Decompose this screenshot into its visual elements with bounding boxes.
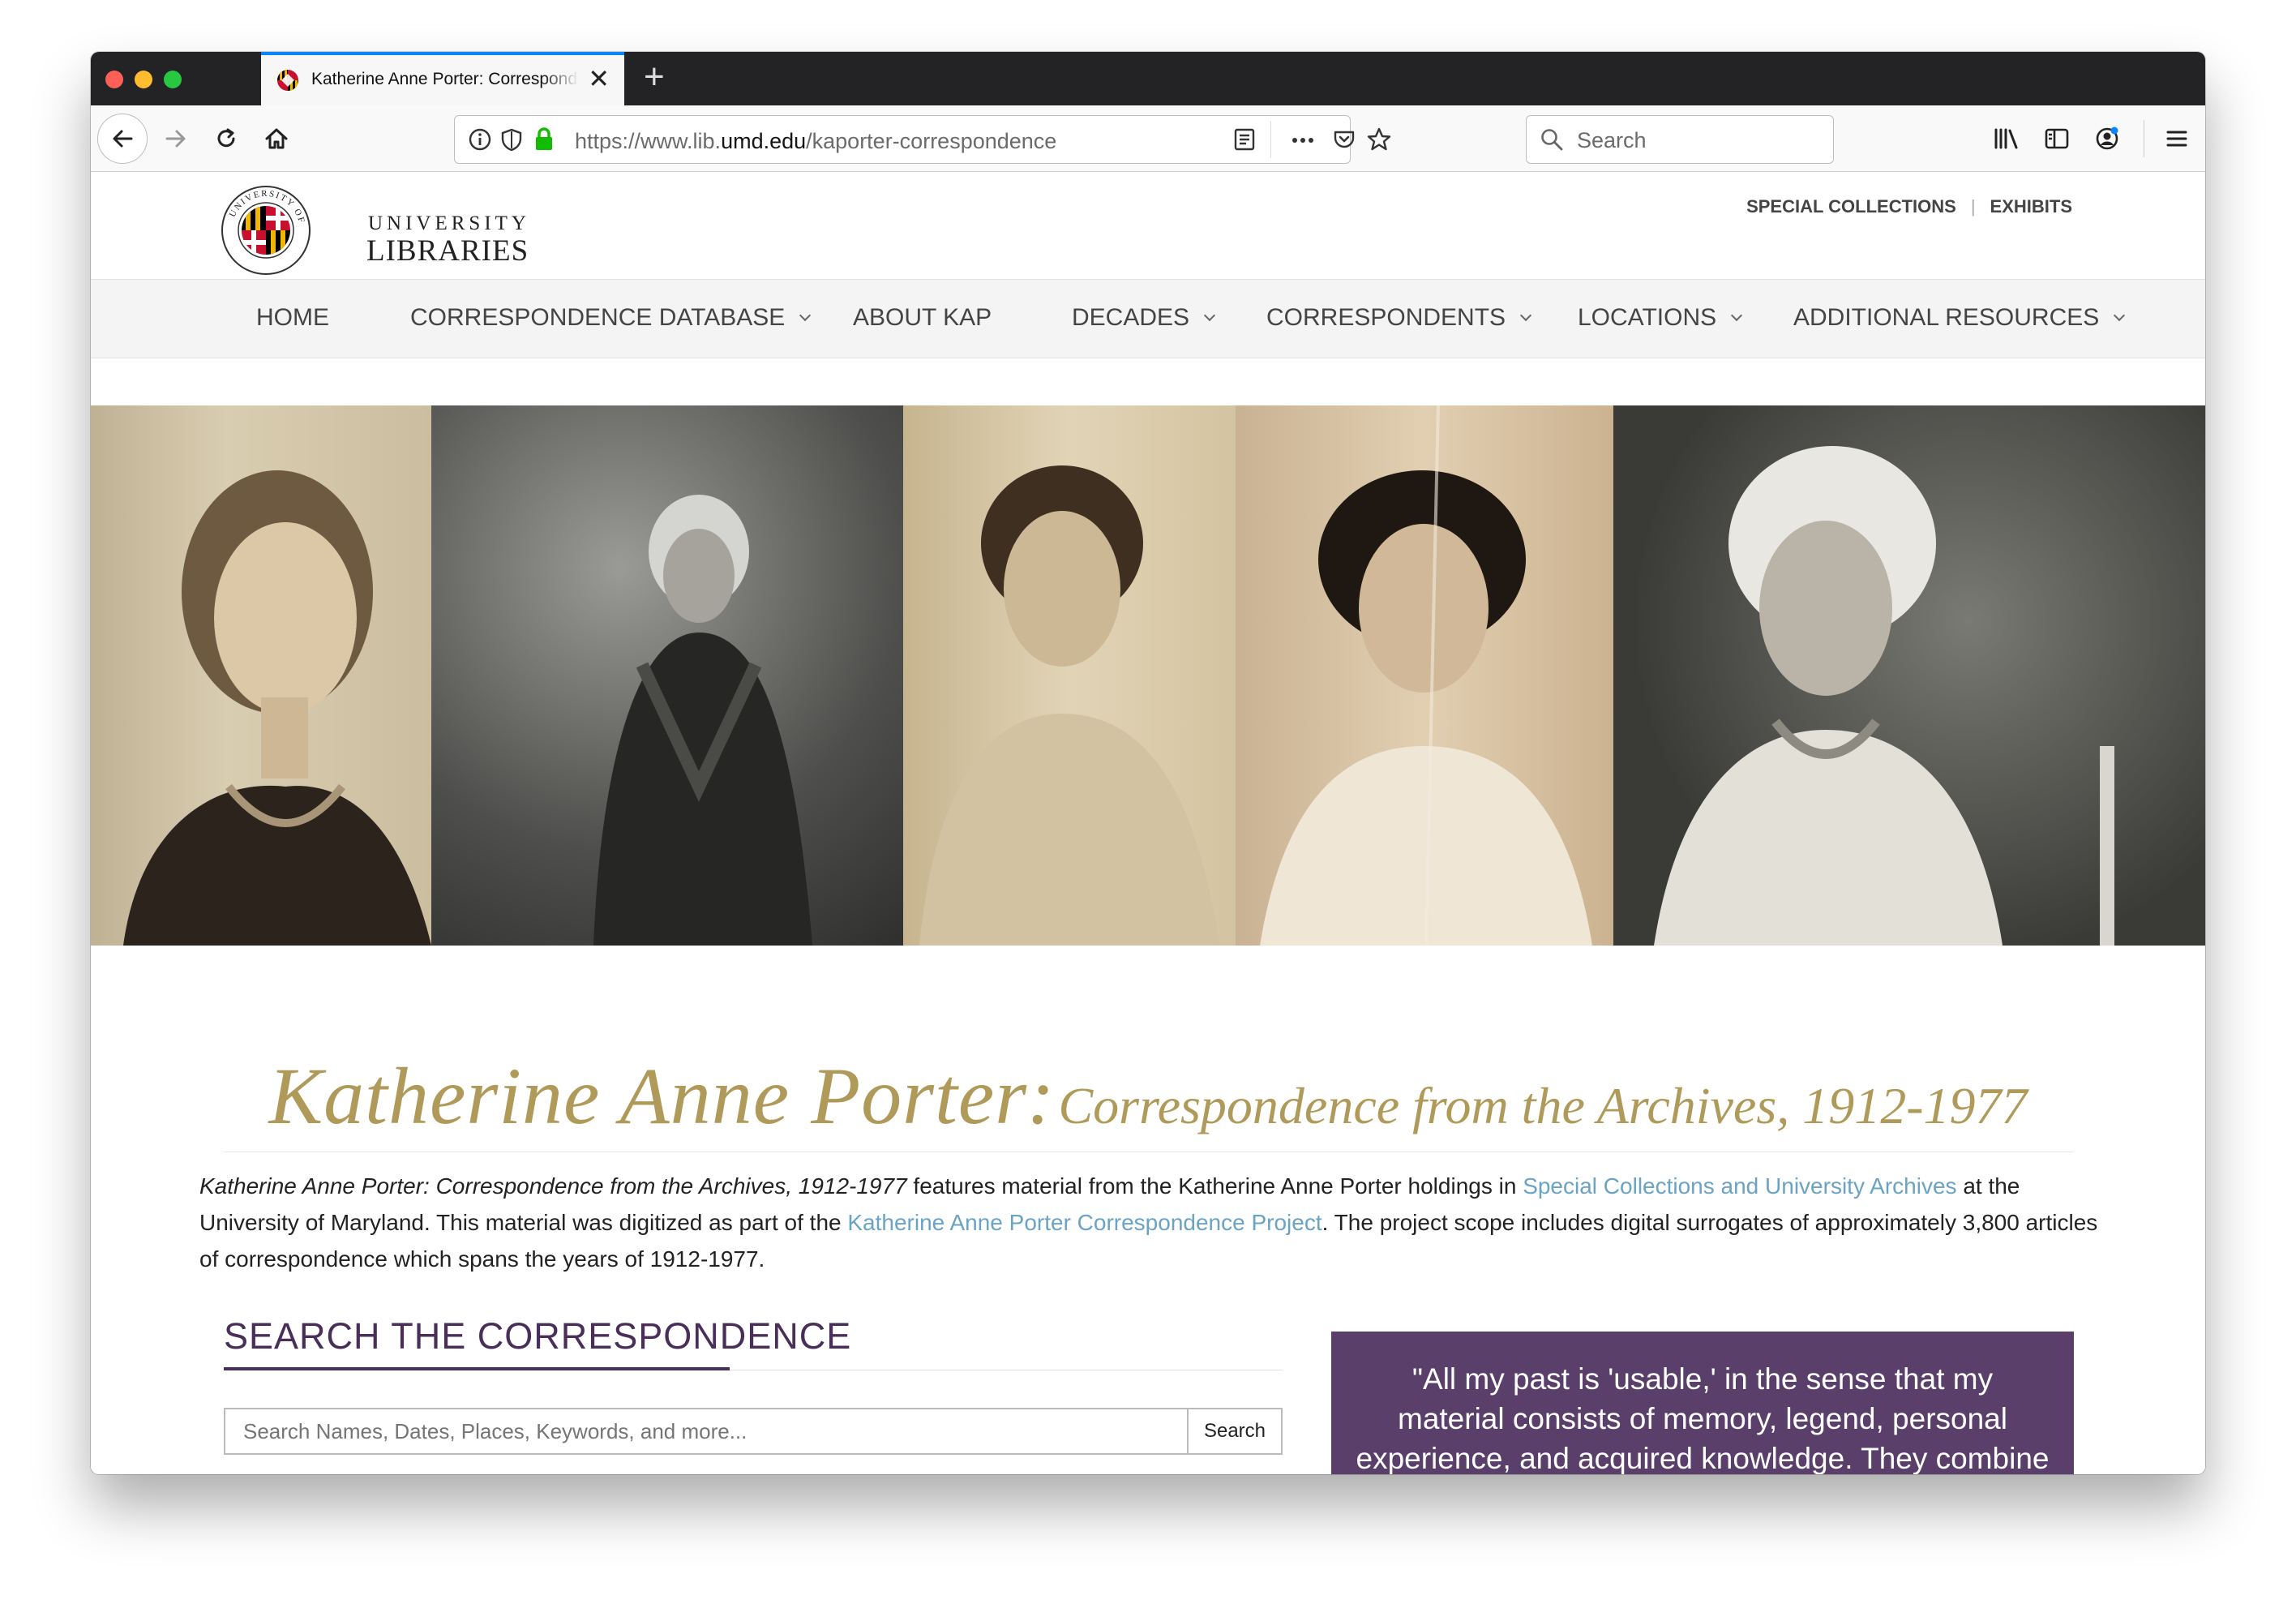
sidebar-icon <box>2045 128 2069 149</box>
nav-about-kap-label: ABOUT KAP <box>853 304 992 331</box>
title-sub: Correspondence from the Archives, 1912-1… <box>1058 1077 2028 1134</box>
minimize-window-button[interactable] <box>135 71 152 88</box>
secure-lock-icon[interactable] <box>533 126 555 156</box>
maryland-favicon-icon <box>277 70 298 91</box>
nav-locations-label: LOCATIONS <box>1578 304 1717 331</box>
library-icon <box>1994 128 2018 149</box>
chevron-down-icon <box>1203 309 1216 322</box>
home-button[interactable] <box>256 118 297 159</box>
bookmark-star-icon[interactable] <box>1366 127 1392 157</box>
top-links-separator: | <box>1970 196 1976 217</box>
hero-portrait-collage <box>91 405 2205 946</box>
special-collections-archives-link[interactable]: Special Collections and University Archi… <box>1523 1173 1956 1199</box>
app-menu-button[interactable] <box>2157 118 2197 159</box>
pocket-icon[interactable] <box>1332 127 1356 156</box>
chevron-down-icon <box>1731 309 1743 322</box>
university-libraries-logo[interactable]: UNIVERSITY OF MARYLAND UNIVERSITY LIBRAR… <box>221 185 545 275</box>
reload-icon <box>217 128 235 148</box>
intro-italic-title: Katherine Anne Porter: Correspondence fr… <box>199 1173 907 1199</box>
title-main: Katherine Anne Porter: <box>268 1051 1056 1141</box>
chevron-down-icon <box>799 309 812 322</box>
search-heading-underline <box>224 1367 730 1370</box>
nav-correspondents[interactable]: CORRESPONDENTS <box>1266 304 1532 332</box>
nav-about-kap[interactable]: ABOUT KAP <box>853 304 992 332</box>
browser-search-bar[interactable]: Search <box>1526 115 1834 164</box>
special-collections-link[interactable]: SPECIAL COLLECTIONS <box>1746 196 1956 217</box>
portrait-photo-3 <box>903 405 1236 946</box>
forward-arrow-icon <box>165 130 186 148</box>
correspondence-project-link[interactable]: Katherine Anne Porter Correspondence Pro… <box>847 1210 1321 1235</box>
top-links: SPECIAL COLLECTIONS | EXHIBITS <box>1746 196 2072 217</box>
zoom-window-button[interactable] <box>164 71 182 88</box>
quote-box: "All my past is 'usable,' in the sense t… <box>1331 1332 2074 1474</box>
search-placeholder: Search <box>1577 128 1647 152</box>
hamburger-menu-icon <box>2166 131 2187 147</box>
reader-view-icon[interactable] <box>1233 127 1256 156</box>
tab-title: Katherine Anne Porter: Correspondence fr… <box>311 70 579 88</box>
url-path: /kaporter-correspondence <box>806 129 1057 153</box>
tab-active[interactable]: Katherine Anne Porter: Correspondence fr… <box>261 52 624 105</box>
correspondence-search-input[interactable] <box>224 1408 1189 1455</box>
nav-home[interactable]: HOME <box>256 304 329 332</box>
nav-additional-resources[interactable]: ADDITIONAL RESOURCES <box>1793 304 2126 332</box>
maryland-seal-icon: UNIVERSITY OF MARYLAND <box>221 185 311 275</box>
exhibits-link[interactable]: EXHIBITS <box>1990 196 2072 217</box>
account-button[interactable] <box>2087 118 2127 159</box>
urlbar-divider <box>1270 121 1271 158</box>
tab-close-icon[interactable]: ✕ <box>588 66 610 92</box>
page-title: Katherine Anne Porter: Correspondence fr… <box>91 1049 2205 1143</box>
browser-window: Katherine Anne Porter: Correspondence fr… <box>91 52 2205 1474</box>
url-text[interactable]: https://www.lib.umd.edu/kaporter-corresp… <box>575 129 1056 154</box>
forward-button[interactable] <box>156 118 196 159</box>
tracking-shield-icon[interactable] <box>500 127 523 156</box>
search-heading: SEARCH THE CORRESPONDENCE <box>224 1315 852 1357</box>
reload-button[interactable] <box>206 118 246 159</box>
back-arrow-icon <box>113 130 133 148</box>
intro-paragraph: Katherine Anne Porter: Correspondence fr… <box>199 1168 2103 1277</box>
nav-correspondents-label: CORRESPONDENTS <box>1266 304 1506 331</box>
intro-text-1: features material from the Katherine Ann… <box>906 1173 1523 1199</box>
main-navigation: HOME CORRESPONDENCE DATABASE ABOUT KAP D… <box>91 279 2205 358</box>
url-domain: umd.edu <box>721 129 807 153</box>
library-button[interactable] <box>1986 118 2027 159</box>
url-prefix: https://www.lib. <box>575 129 722 153</box>
account-icon <box>2096 127 2118 150</box>
page-content: UNIVERSITY OF MARYLAND UNIVERSITY LIBRAR… <box>91 172 2205 1474</box>
nav-additional-resources-label: ADDITIONAL RESOURCES <box>1793 304 2100 331</box>
chevron-down-icon <box>1519 309 1532 322</box>
logo-university: UNIVERSITY <box>368 212 530 234</box>
back-button[interactable] <box>97 114 148 164</box>
close-window-button[interactable] <box>105 71 123 88</box>
portrait-photo-4 <box>1236 405 1613 946</box>
search-icon <box>1540 127 1564 156</box>
info-icon[interactable] <box>468 127 492 156</box>
nav-locations[interactable]: LOCATIONS <box>1578 304 1743 332</box>
correspondence-search-button[interactable]: Search <box>1187 1408 1283 1455</box>
page-actions-icon[interactable] <box>1290 131 1316 154</box>
portrait-photo-2 <box>431 405 903 946</box>
quote-text: "All my past is 'usable,' in the sense t… <box>1356 1362 2050 1474</box>
nav-decades[interactable]: DECADES <box>1072 304 1216 332</box>
nav-home-label: HOME <box>256 304 329 331</box>
logo-libraries: LIBRARIES <box>366 234 529 268</box>
new-tab-button[interactable]: + <box>644 57 665 97</box>
address-bar[interactable]: https://www.lib.umd.edu/kaporter-corresp… <box>454 115 1391 164</box>
tab-strip: Katherine Anne Porter: Correspondence fr… <box>91 52 2205 105</box>
sidebar-button[interactable] <box>2037 118 2077 159</box>
home-icon <box>265 128 288 149</box>
browser-toolbar: https://www.lib.umd.edu/kaporter-corresp… <box>91 105 2205 172</box>
nav-correspondence-database[interactable]: CORRESPONDENCE DATABASE <box>410 304 812 332</box>
nav-correspondence-database-label: CORRESPONDENCE DATABASE <box>410 304 786 331</box>
nav-decades-label: DECADES <box>1072 304 1190 331</box>
portrait-photo-1 <box>91 405 431 946</box>
chevron-down-icon <box>2114 309 2126 322</box>
portrait-photo-5 <box>1613 405 2205 946</box>
